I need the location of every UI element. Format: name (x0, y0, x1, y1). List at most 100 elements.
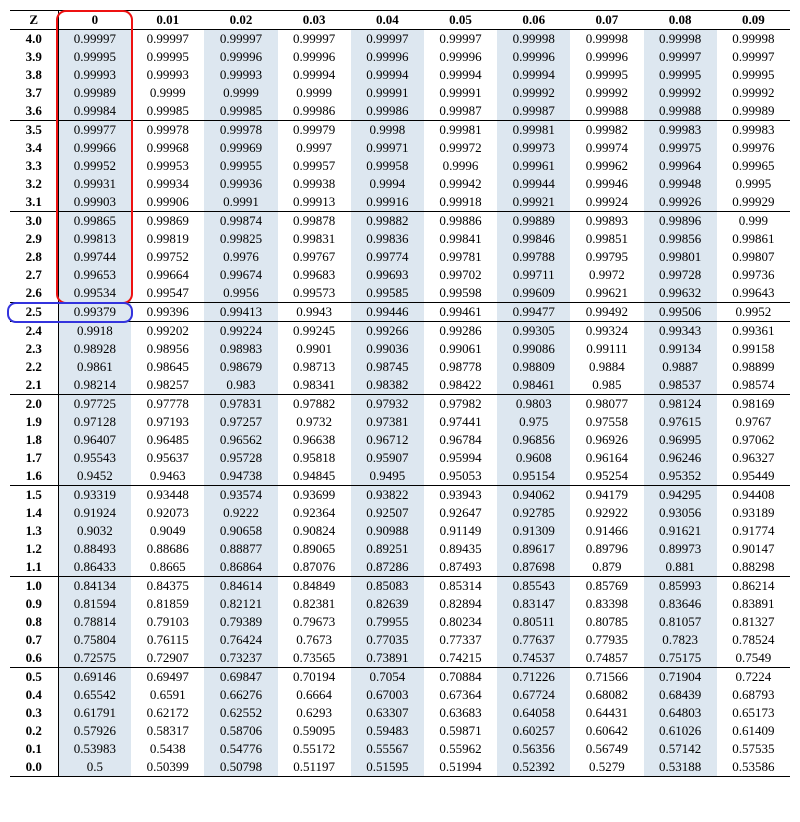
data-cell: 0.9222 (204, 504, 277, 522)
table-row: 3.10.999030.999060.99910.999130.999160.9… (10, 193, 790, 212)
data-cell: 0.97725 (58, 395, 131, 414)
data-cell: 0.99993 (204, 66, 277, 84)
data-cell: 0.99903 (58, 193, 131, 212)
data-cell: 0.99985 (131, 102, 204, 121)
data-cell: 0.99683 (278, 266, 351, 284)
col-header-z: Z (10, 11, 58, 30)
data-cell: 0.9997 (278, 139, 351, 157)
data-cell: 0.98679 (204, 358, 277, 376)
data-cell: 0.99202 (131, 322, 204, 341)
data-cell: 0.98382 (351, 376, 424, 395)
data-cell: 0.99964 (644, 157, 717, 175)
data-cell: 0.68082 (570, 686, 643, 704)
data-cell: 0.86433 (58, 558, 131, 577)
data-cell: 0.91466 (570, 522, 643, 540)
row-label: 0.9 (10, 595, 58, 613)
data-cell: 0.9803 (497, 395, 570, 414)
data-cell: 0.77035 (351, 631, 424, 649)
data-cell: 0.99396 (131, 303, 204, 322)
data-cell: 0.99997 (278, 30, 351, 49)
data-cell: 0.64431 (570, 704, 643, 722)
data-cell: 0.9952 (717, 303, 790, 322)
data-cell: 0.98983 (204, 340, 277, 358)
data-cell: 0.88493 (58, 540, 131, 558)
data-cell: 0.99989 (717, 102, 790, 121)
data-cell: 0.99573 (278, 284, 351, 303)
data-cell: 0.99061 (424, 340, 497, 358)
col-header: 0.04 (351, 11, 424, 30)
data-cell: 0.99086 (497, 340, 570, 358)
data-cell: 0.96246 (644, 449, 717, 467)
data-cell: 0.69847 (204, 668, 277, 687)
data-cell: 0.99994 (351, 66, 424, 84)
data-cell: 0.96995 (644, 431, 717, 449)
data-cell: 0.96407 (58, 431, 131, 449)
data-cell: 0.97257 (204, 413, 277, 431)
row-label: 2.8 (10, 248, 58, 266)
data-cell: 0.55172 (278, 740, 351, 758)
data-cell: 0.99976 (717, 139, 790, 157)
data-cell: 0.99728 (644, 266, 717, 284)
data-cell: 0.9999 (131, 84, 204, 102)
data-cell: 0.985 (570, 376, 643, 395)
data-cell: 0.89065 (278, 540, 351, 558)
col-header: 0.07 (570, 11, 643, 30)
data-cell: 0.99702 (424, 266, 497, 284)
data-cell: 0.99795 (570, 248, 643, 266)
data-cell: 0.72907 (131, 649, 204, 668)
data-cell: 0.9976 (204, 248, 277, 266)
data-cell: 0.96327 (717, 449, 790, 467)
data-cell: 0.75804 (58, 631, 131, 649)
data-cell: 0.99995 (644, 66, 717, 84)
col-header: 0.02 (204, 11, 277, 30)
data-cell: 0.99889 (497, 212, 570, 231)
row-label: 0.3 (10, 704, 58, 722)
data-cell: 0.7224 (717, 668, 790, 687)
data-cell: 0.89796 (570, 540, 643, 558)
data-cell: 0.90824 (278, 522, 351, 540)
data-cell: 0.97128 (58, 413, 131, 431)
data-cell: 0.879 (570, 558, 643, 577)
data-cell: 0.95449 (717, 467, 790, 486)
data-cell: 0.85314 (424, 577, 497, 596)
table-row: 0.10.539830.54380.547760.551720.555670.5… (10, 740, 790, 758)
table-row: 1.30.90320.90490.906580.908240.909880.91… (10, 522, 790, 540)
row-label: 1.8 (10, 431, 58, 449)
row-label: 2.7 (10, 266, 58, 284)
data-cell: 0.99957 (278, 157, 351, 175)
data-cell: 0.97615 (644, 413, 717, 431)
data-cell: 0.9887 (644, 358, 717, 376)
data-cell: 0.87076 (278, 558, 351, 577)
data-cell: 0.84134 (58, 577, 131, 596)
data-cell: 0.80234 (424, 613, 497, 631)
data-cell: 0.98809 (497, 358, 570, 376)
data-cell: 0.72575 (58, 649, 131, 668)
data-cell: 0.99977 (58, 121, 131, 140)
table-row: 3.60.999840.999850.999850.999860.999860.… (10, 102, 790, 121)
data-cell: 0.99918 (424, 193, 497, 212)
data-cell: 0.54776 (204, 740, 277, 758)
data-cell: 0.74537 (497, 649, 570, 668)
data-cell: 0.91774 (717, 522, 790, 540)
data-cell: 0.99942 (424, 175, 497, 193)
data-cell: 0.99856 (644, 230, 717, 248)
data-cell: 0.99477 (497, 303, 570, 322)
data-cell: 0.99996 (570, 48, 643, 66)
data-cell: 0.9994 (351, 175, 424, 193)
data-cell: 0.94845 (278, 467, 351, 486)
data-cell: 0.99989 (58, 84, 131, 102)
data-cell: 0.99997 (717, 48, 790, 66)
data-cell: 0.96638 (278, 431, 351, 449)
table-row: 0.50.691460.694970.698470.701940.70540.7… (10, 668, 790, 687)
row-label: 0.7 (10, 631, 58, 649)
data-cell: 0.881 (644, 558, 717, 577)
table-row: 1.40.919240.920730.92220.923640.925070.9… (10, 504, 790, 522)
data-cell: 0.99992 (497, 84, 570, 102)
data-cell: 0.7054 (351, 668, 424, 687)
data-cell: 0.78524 (717, 631, 790, 649)
data-cell: 0.99936 (204, 175, 277, 193)
data-cell: 0.94408 (717, 486, 790, 505)
data-cell: 0.999 (717, 212, 790, 231)
data-cell: 0.97193 (131, 413, 204, 431)
data-cell: 0.99893 (570, 212, 643, 231)
